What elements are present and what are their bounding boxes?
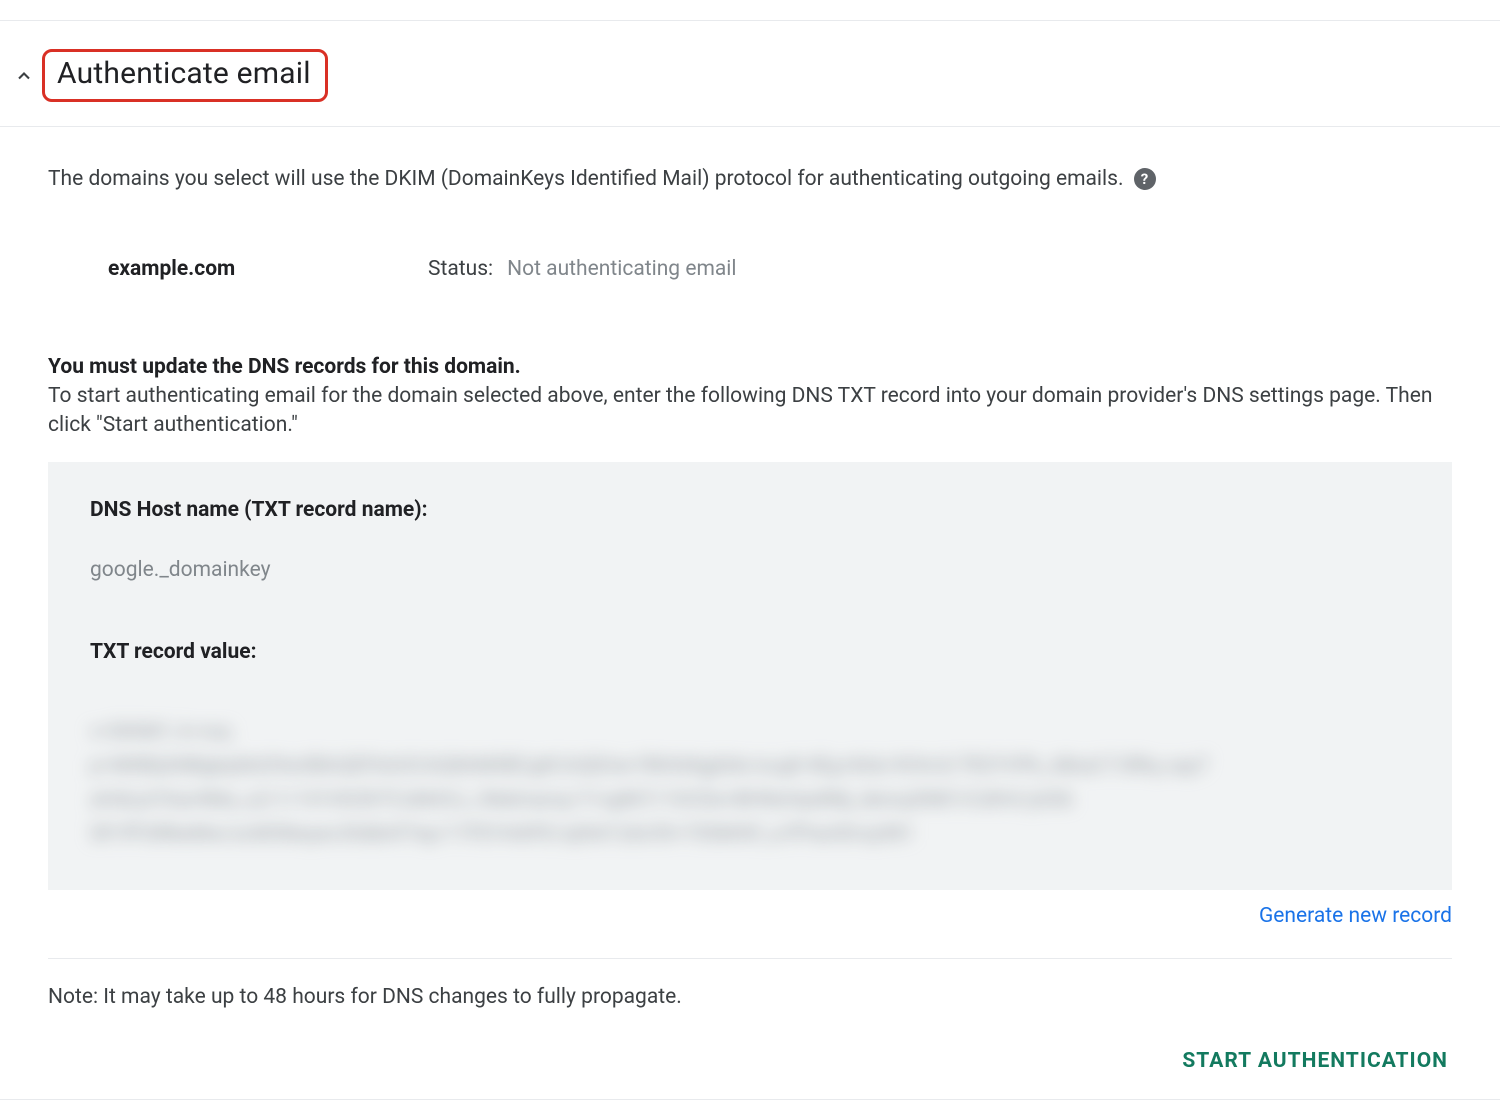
dns-host-value: google._domainkey <box>90 558 1410 582</box>
domain-status-row: example.com Status: Not authenticating e… <box>48 257 1452 281</box>
intro-text: The domains you select will use the DKIM… <box>48 167 1124 191</box>
txt-record-label: TXT record value: <box>90 640 1410 664</box>
dns-host-label: DNS Host name (TXT record name): <box>90 498 1410 522</box>
authenticate-email-panel: Authenticate email The domains you selec… <box>0 20 1500 1100</box>
start-authentication-button[interactable]: START AUTHENTICATION <box>1178 1043 1452 1079</box>
section-title: Authenticate email <box>57 56 311 91</box>
generate-row: Generate new record <box>48 894 1452 959</box>
txt-record-value-redacted: v=DKIM1; k=rsa; p=MIIBIjANBgkqhkiG9w0BAQ… <box>90 714 1410 850</box>
domain-name: example.com <box>108 257 428 281</box>
dns-record-box: DNS Host name (TXT record name): google.… <box>48 462 1452 890</box>
section-header[interactable]: Authenticate email <box>0 21 1500 127</box>
instructions-body: To start authenticating email for the do… <box>48 384 1432 437</box>
section-content: The domains you select will use the DKIM… <box>0 127 1500 1099</box>
generate-new-record-link[interactable]: Generate new record <box>1259 904 1452 928</box>
propagation-note: Note: It may take up to 48 hours for DNS… <box>48 959 1452 1043</box>
help-icon[interactable]: ? <box>1134 168 1156 190</box>
instructions-heading: You must update the DNS records for this… <box>48 353 1452 382</box>
intro-row: The domains you select will use the DKIM… <box>48 167 1452 191</box>
chevron-up-icon <box>12 64 36 88</box>
action-row: START AUTHENTICATION <box>48 1043 1452 1079</box>
status-label: Status: <box>428 257 493 281</box>
section-title-highlight: Authenticate email <box>42 49 328 102</box>
status-value: Not authenticating email <box>507 257 736 281</box>
instructions-block: You must update the DNS records for this… <box>48 353 1452 440</box>
